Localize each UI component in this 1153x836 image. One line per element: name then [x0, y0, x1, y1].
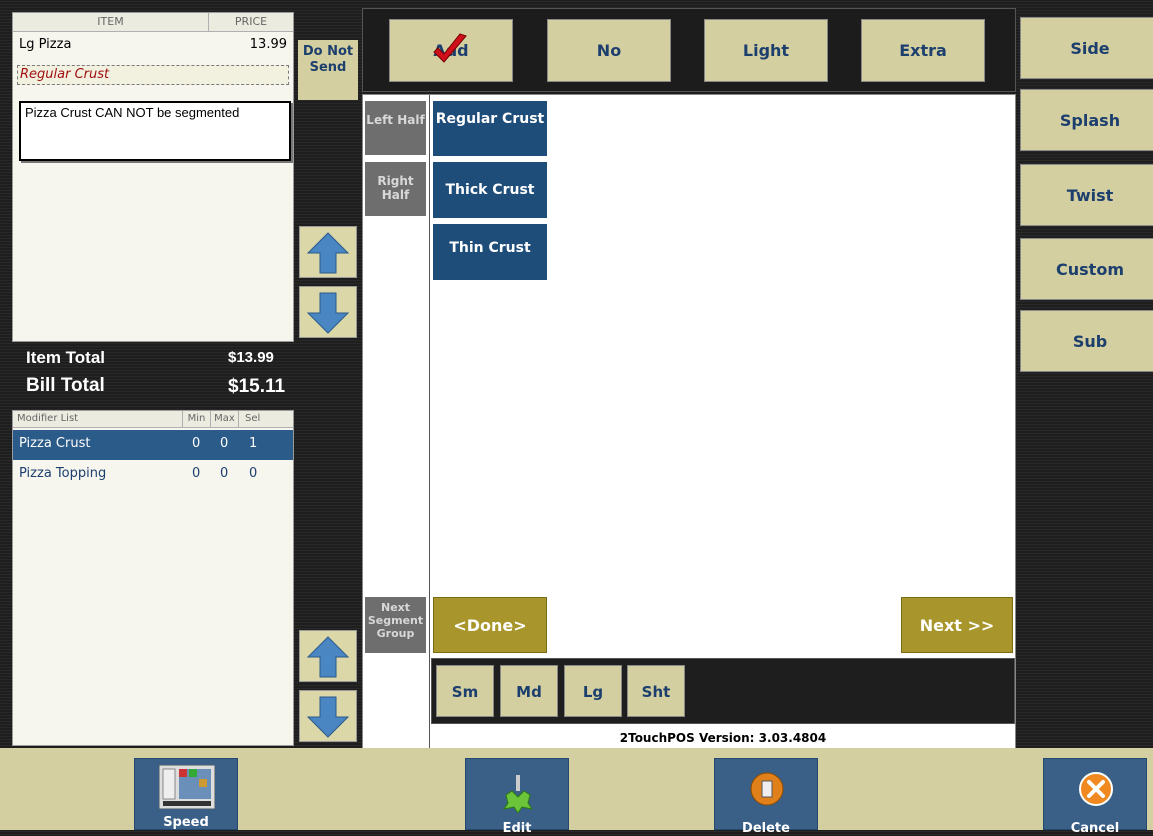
- scroll-up-button[interactable]: [299, 226, 357, 278]
- right-half-button[interactable]: Right Half: [365, 162, 426, 216]
- cancel-label: Cancel: [1070, 821, 1120, 836]
- modifier-action-bar: Add No Light Extra: [362, 8, 1016, 92]
- edit-gear-icon: [502, 775, 534, 813]
- size-lg-button[interactable]: Lg: [564, 665, 622, 717]
- modifier-sel: 0: [249, 466, 258, 481]
- modifier-selection-area: Left Half Right Half Next Segment Group …: [362, 94, 1016, 751]
- order-modifier-line[interactable]: Regular Crust: [17, 65, 289, 85]
- size-bar: Sm Md Lg Sht: [431, 658, 1015, 724]
- arrow-down-icon: [306, 696, 350, 738]
- trash-icon: [750, 772, 784, 806]
- modifier-list-panel: Modifier List Min Max Sel Pizza Crust 0 …: [12, 410, 294, 746]
- next-button[interactable]: Next >>: [901, 597, 1013, 653]
- do-not-send-button[interactable]: Do Not Send: [298, 40, 358, 100]
- delete-button[interactable]: Delete: [714, 758, 818, 836]
- size-sm-button[interactable]: Sm: [436, 665, 494, 717]
- light-button[interactable]: Light: [704, 19, 828, 82]
- order-note-box: Pizza Crust CAN NOT be segmented: [19, 101, 291, 161]
- modifier-name: Pizza Crust: [19, 436, 91, 451]
- order-col-price: PRICE: [209, 13, 293, 32]
- modifier-col-name: Modifier List: [13, 411, 183, 428]
- checkmark-icon: [433, 33, 467, 63]
- add-button[interactable]: Add: [389, 19, 513, 82]
- sub-button[interactable]: Sub: [1020, 310, 1153, 372]
- order-col-item: ITEM: [13, 13, 209, 32]
- speed-screen-icon: [159, 765, 215, 809]
- left-half-button[interactable]: Left Half: [365, 101, 426, 155]
- item-total-value: $13.99: [228, 349, 274, 366]
- order-line-item[interactable]: Lg Pizza 13.99: [19, 37, 287, 55]
- scroll-down-button[interactable]: [299, 286, 357, 338]
- delete-label: Delete: [742, 821, 790, 836]
- next-segment-group-button[interactable]: Next Segment Group: [365, 597, 426, 653]
- modifier-scroll-up-button[interactable]: [299, 630, 357, 682]
- done-button[interactable]: <Done>: [433, 597, 547, 653]
- modifier-min: 0: [192, 436, 201, 451]
- version-label: 2TouchPOS Version: 3.03.4804: [619, 731, 827, 745]
- modifier-row-pizza-topping[interactable]: Pizza Topping 0 0 0: [13, 460, 293, 490]
- modifier-col-max: Max: [211, 411, 239, 428]
- arrow-up-icon: [306, 232, 350, 274]
- modifier-col-min: Min: [183, 411, 211, 428]
- thin-crust-button[interactable]: Thin Crust: [433, 224, 547, 280]
- side-button[interactable]: Side: [1020, 17, 1153, 79]
- arrow-up-icon: [306, 636, 350, 678]
- order-item-name: Lg Pizza: [19, 37, 72, 52]
- divider: [429, 95, 430, 750]
- modifier-max: 0: [220, 466, 229, 481]
- size-sht-button[interactable]: Sht: [627, 665, 685, 717]
- speed-screen-button[interactable]: Speed: [134, 758, 238, 830]
- modifier-max: 0: [220, 436, 229, 451]
- twist-button[interactable]: Twist: [1020, 164, 1153, 226]
- bill-total-label: Bill Total: [26, 375, 105, 396]
- size-md-button[interactable]: Md: [500, 665, 558, 717]
- item-total-label: Item Total: [26, 348, 106, 367]
- cancel-x-icon: [1079, 772, 1113, 806]
- edit-button[interactable]: Edit: [465, 758, 569, 836]
- bill-total-value: $15.11: [228, 376, 286, 397]
- cancel-button[interactable]: Cancel: [1043, 758, 1147, 836]
- bottom-toolbar: Speed Edit Delete Cancel: [0, 748, 1153, 836]
- modifier-sel: 1: [249, 436, 258, 451]
- modifier-scroll-down-button[interactable]: [299, 690, 357, 742]
- modifier-name: Pizza Topping: [19, 466, 107, 481]
- modifier-col-sel: Sel: [239, 411, 293, 428]
- edit-label: Edit: [502, 821, 532, 836]
- speed-label: Speed: [163, 815, 209, 830]
- regular-crust-button[interactable]: Regular Crust: [433, 101, 547, 156]
- custom-button[interactable]: Custom: [1020, 238, 1153, 300]
- extra-button[interactable]: Extra: [861, 19, 985, 82]
- modifier-row-pizza-crust[interactable]: Pizza Crust 0 0 1: [13, 430, 293, 460]
- arrow-down-icon: [306, 292, 350, 334]
- splash-button[interactable]: Splash: [1020, 89, 1153, 151]
- order-item-price: 13.99: [249, 37, 287, 52]
- thick-crust-button[interactable]: Thick Crust: [433, 162, 547, 218]
- no-button[interactable]: No: [547, 19, 671, 82]
- modifier-min: 0: [192, 466, 201, 481]
- order-panel: ITEM PRICE Lg Pizza 13.99 Regular Crust …: [12, 12, 294, 342]
